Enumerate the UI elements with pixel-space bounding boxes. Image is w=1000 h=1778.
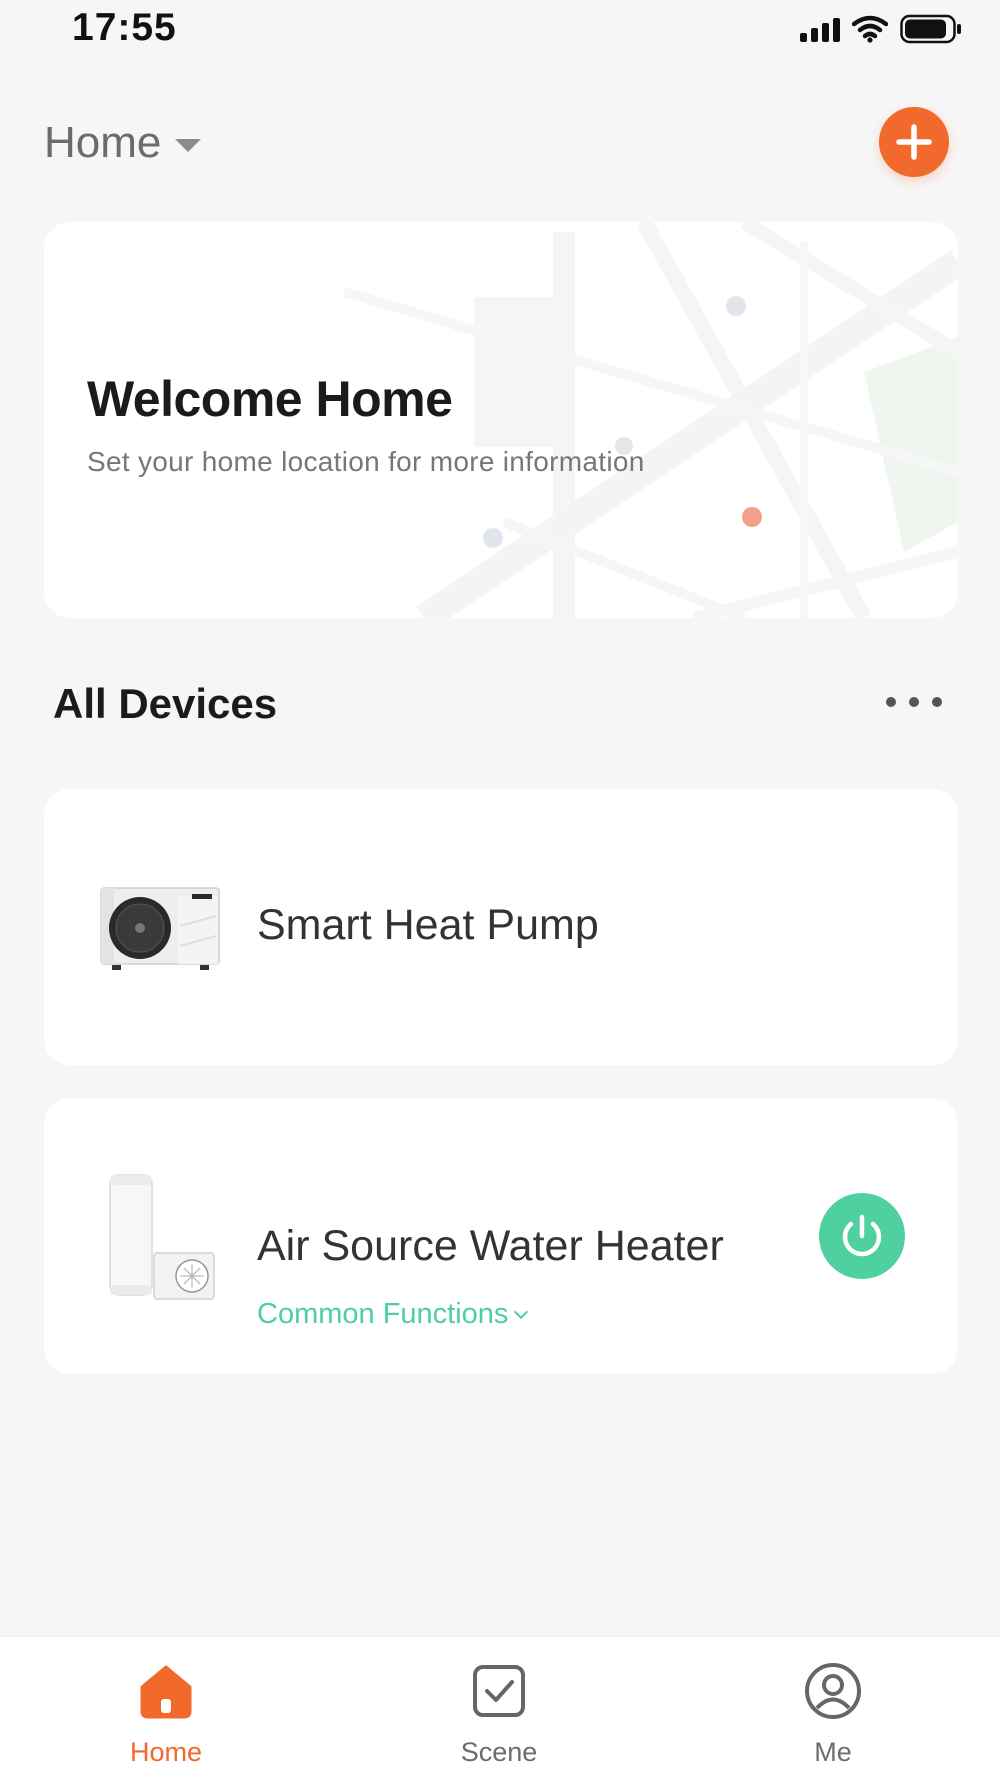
status-icons — [800, 14, 962, 44]
more-options-button[interactable] — [886, 690, 942, 714]
tab-home[interactable]: Home — [86, 1661, 246, 1768]
welcome-card[interactable]: Welcome Home Set your home location for … — [44, 222, 958, 618]
tab-scene[interactable]: Scene — [419, 1661, 579, 1768]
wifi-icon — [852, 15, 888, 43]
scene-check-icon — [473, 1665, 525, 1717]
ellipsis-dot — [886, 697, 896, 707]
plus-icon — [896, 124, 932, 160]
tab-label: Scene — [460, 1737, 538, 1767]
home-selector[interactable]: Home — [44, 118, 202, 168]
device-card-smart-heat-pump[interactable]: Smart Heat Pump — [44, 789, 958, 1065]
chevron-down-icon — [514, 1304, 529, 1319]
ellipsis-dot — [932, 697, 942, 707]
power-button[interactable] — [819, 1193, 905, 1279]
caret-down-icon — [175, 138, 202, 152]
common-functions-toggle[interactable]: Common Functions — [257, 1298, 529, 1331]
all-devices-title: All Devices — [53, 680, 278, 727]
battery-icon — [900, 14, 961, 44]
tab-bar: Home Scene Me — [0, 1636, 1000, 1778]
power-icon — [842, 1214, 882, 1257]
user-icon — [805, 1663, 861, 1719]
tab-me[interactable]: Me — [753, 1661, 913, 1768]
tab-label: Home — [129, 1737, 203, 1767]
welcome-subtitle: Set your home location for more informat… — [87, 446, 645, 477]
water-heater-icon — [109, 1174, 215, 1300]
ellipsis-dot — [909, 697, 919, 707]
device-name: Smart Heat Pump — [257, 901, 599, 949]
status-time: 17:55 — [72, 6, 177, 49]
add-device-button[interactable] — [879, 107, 949, 177]
welcome-title: Welcome Home — [87, 371, 453, 427]
cellular-signal-icon — [800, 16, 840, 42]
home-label: Home — [44, 118, 162, 167]
tab-label: Me — [814, 1737, 852, 1767]
home-screen: 17:55 Home Welcome Home Set your home lo… — [0, 0, 1000, 1778]
common-functions-label: Common Functions — [257, 1298, 509, 1330]
device-name: Air Source Water Heater — [257, 1222, 724, 1270]
heat-pump-icon — [100, 887, 220, 970]
status-bar: 17:55 — [0, 0, 1000, 62]
device-card-air-source-water-heater[interactable]: Air Source Water Heater Common Functions — [44, 1098, 958, 1374]
home-icon — [140, 1665, 192, 1719]
